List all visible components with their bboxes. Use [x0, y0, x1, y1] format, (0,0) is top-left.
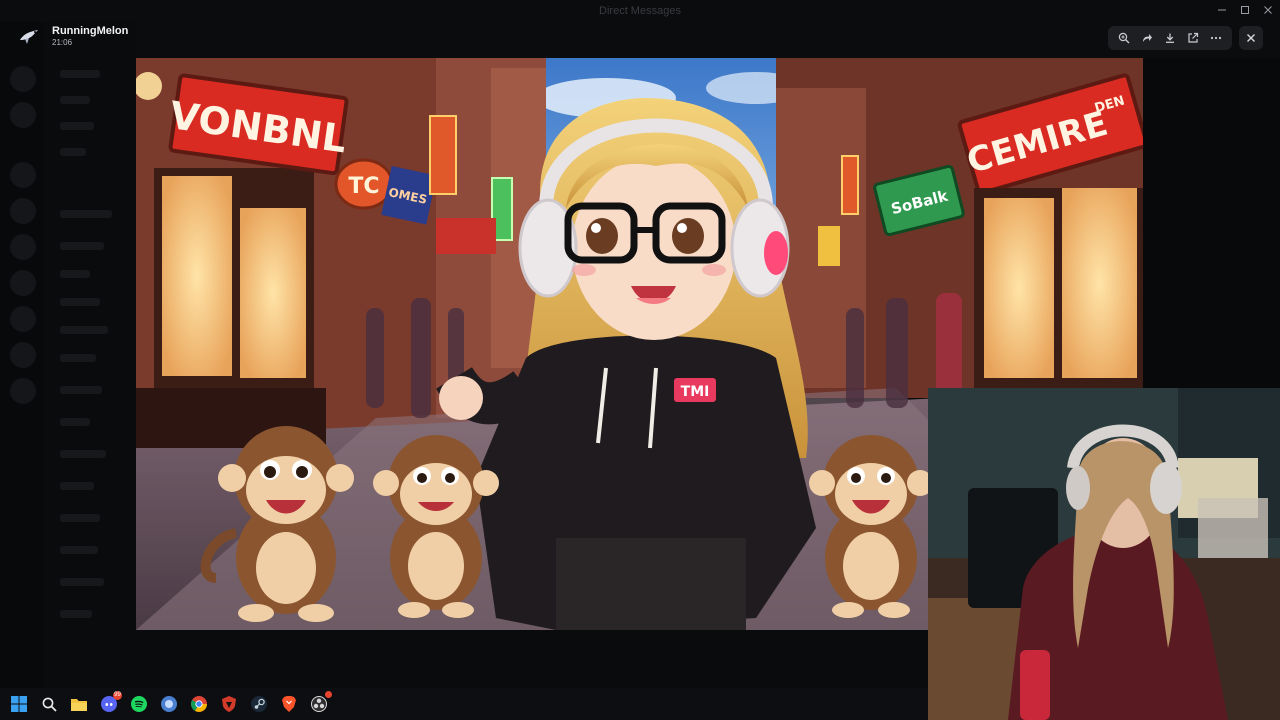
chrome-icon[interactable]	[188, 693, 210, 715]
minimize-icon[interactable]	[1214, 2, 1230, 18]
download-icon[interactable]	[1160, 28, 1180, 48]
server-icon	[10, 198, 36, 224]
server-icon	[10, 102, 36, 128]
dm-item	[60, 386, 102, 394]
dm-item	[60, 450, 106, 458]
taskbar: 99	[0, 688, 928, 720]
server-icon	[10, 270, 36, 296]
server-icon	[10, 342, 36, 368]
webcam-feed	[928, 388, 1280, 720]
maximize-icon[interactable]	[1237, 2, 1253, 18]
file-explorer-icon[interactable]	[68, 693, 90, 715]
dm-item	[60, 546, 98, 554]
dm-item	[60, 418, 90, 426]
bird-avatar-icon	[18, 26, 40, 48]
server-icon	[10, 162, 36, 188]
close-window-icon[interactable]	[1260, 2, 1276, 18]
viewer-author: RunningMelon 21:06	[18, 25, 128, 48]
webcam-overlay	[928, 388, 1280, 720]
server-icon	[10, 234, 36, 260]
steam-icon[interactable]	[248, 693, 270, 715]
dm-item	[60, 514, 100, 522]
image-viewer-header: RunningMelon 21:06	[0, 22, 1280, 54]
dm-item	[60, 326, 108, 334]
obs-icon[interactable]	[308, 691, 332, 715]
windows-start-icon[interactable]	[8, 693, 30, 715]
forward-icon[interactable]	[1137, 28, 1157, 48]
dm-item	[60, 242, 104, 250]
dm-item	[60, 70, 100, 78]
server-icon	[10, 66, 36, 92]
dm-item	[60, 354, 96, 362]
brave-icon[interactable]	[278, 693, 300, 715]
discord-notification-badge: 99	[113, 691, 122, 700]
open-external-icon[interactable]	[1183, 28, 1203, 48]
member-panel	[1143, 58, 1280, 388]
obs-recording-dot	[325, 691, 332, 698]
dm-item	[60, 270, 90, 278]
discord-icon[interactable]: 99	[98, 691, 122, 715]
hoodie-badge-text: TMI	[681, 384, 710, 400]
window-title: Direct Messages	[599, 5, 681, 17]
shield-app-icon[interactable]	[218, 693, 240, 715]
server-icon	[10, 378, 36, 404]
window-controls	[1210, 0, 1280, 20]
spotify-icon[interactable]	[128, 693, 150, 715]
server-sidebar	[0, 22, 44, 688]
more-icon[interactable]	[1206, 28, 1226, 48]
sign-tc-text: TC	[348, 174, 379, 199]
dm-item	[60, 298, 100, 306]
dm-item	[60, 96, 90, 104]
app-icon[interactable]	[158, 693, 180, 715]
viewer-toolbar	[1108, 26, 1232, 50]
message-input-area	[136, 630, 936, 688]
dm-item	[60, 610, 92, 618]
close-icon	[1247, 34, 1255, 42]
dm-item	[60, 122, 94, 130]
search-icon[interactable]	[38, 693, 60, 715]
dm-item	[60, 148, 86, 156]
app-titlebar: Direct Messages	[0, 0, 1280, 22]
dm-list	[44, 22, 136, 688]
server-icon	[10, 306, 36, 332]
close-viewer-button[interactable]	[1239, 26, 1263, 50]
author-name: RunningMelon	[52, 25, 129, 37]
zoom-in-icon[interactable]	[1114, 28, 1134, 48]
dm-item	[60, 482, 94, 490]
dm-item	[60, 578, 104, 586]
message-timestamp: 21:06	[52, 38, 73, 47]
dm-item	[60, 210, 112, 218]
